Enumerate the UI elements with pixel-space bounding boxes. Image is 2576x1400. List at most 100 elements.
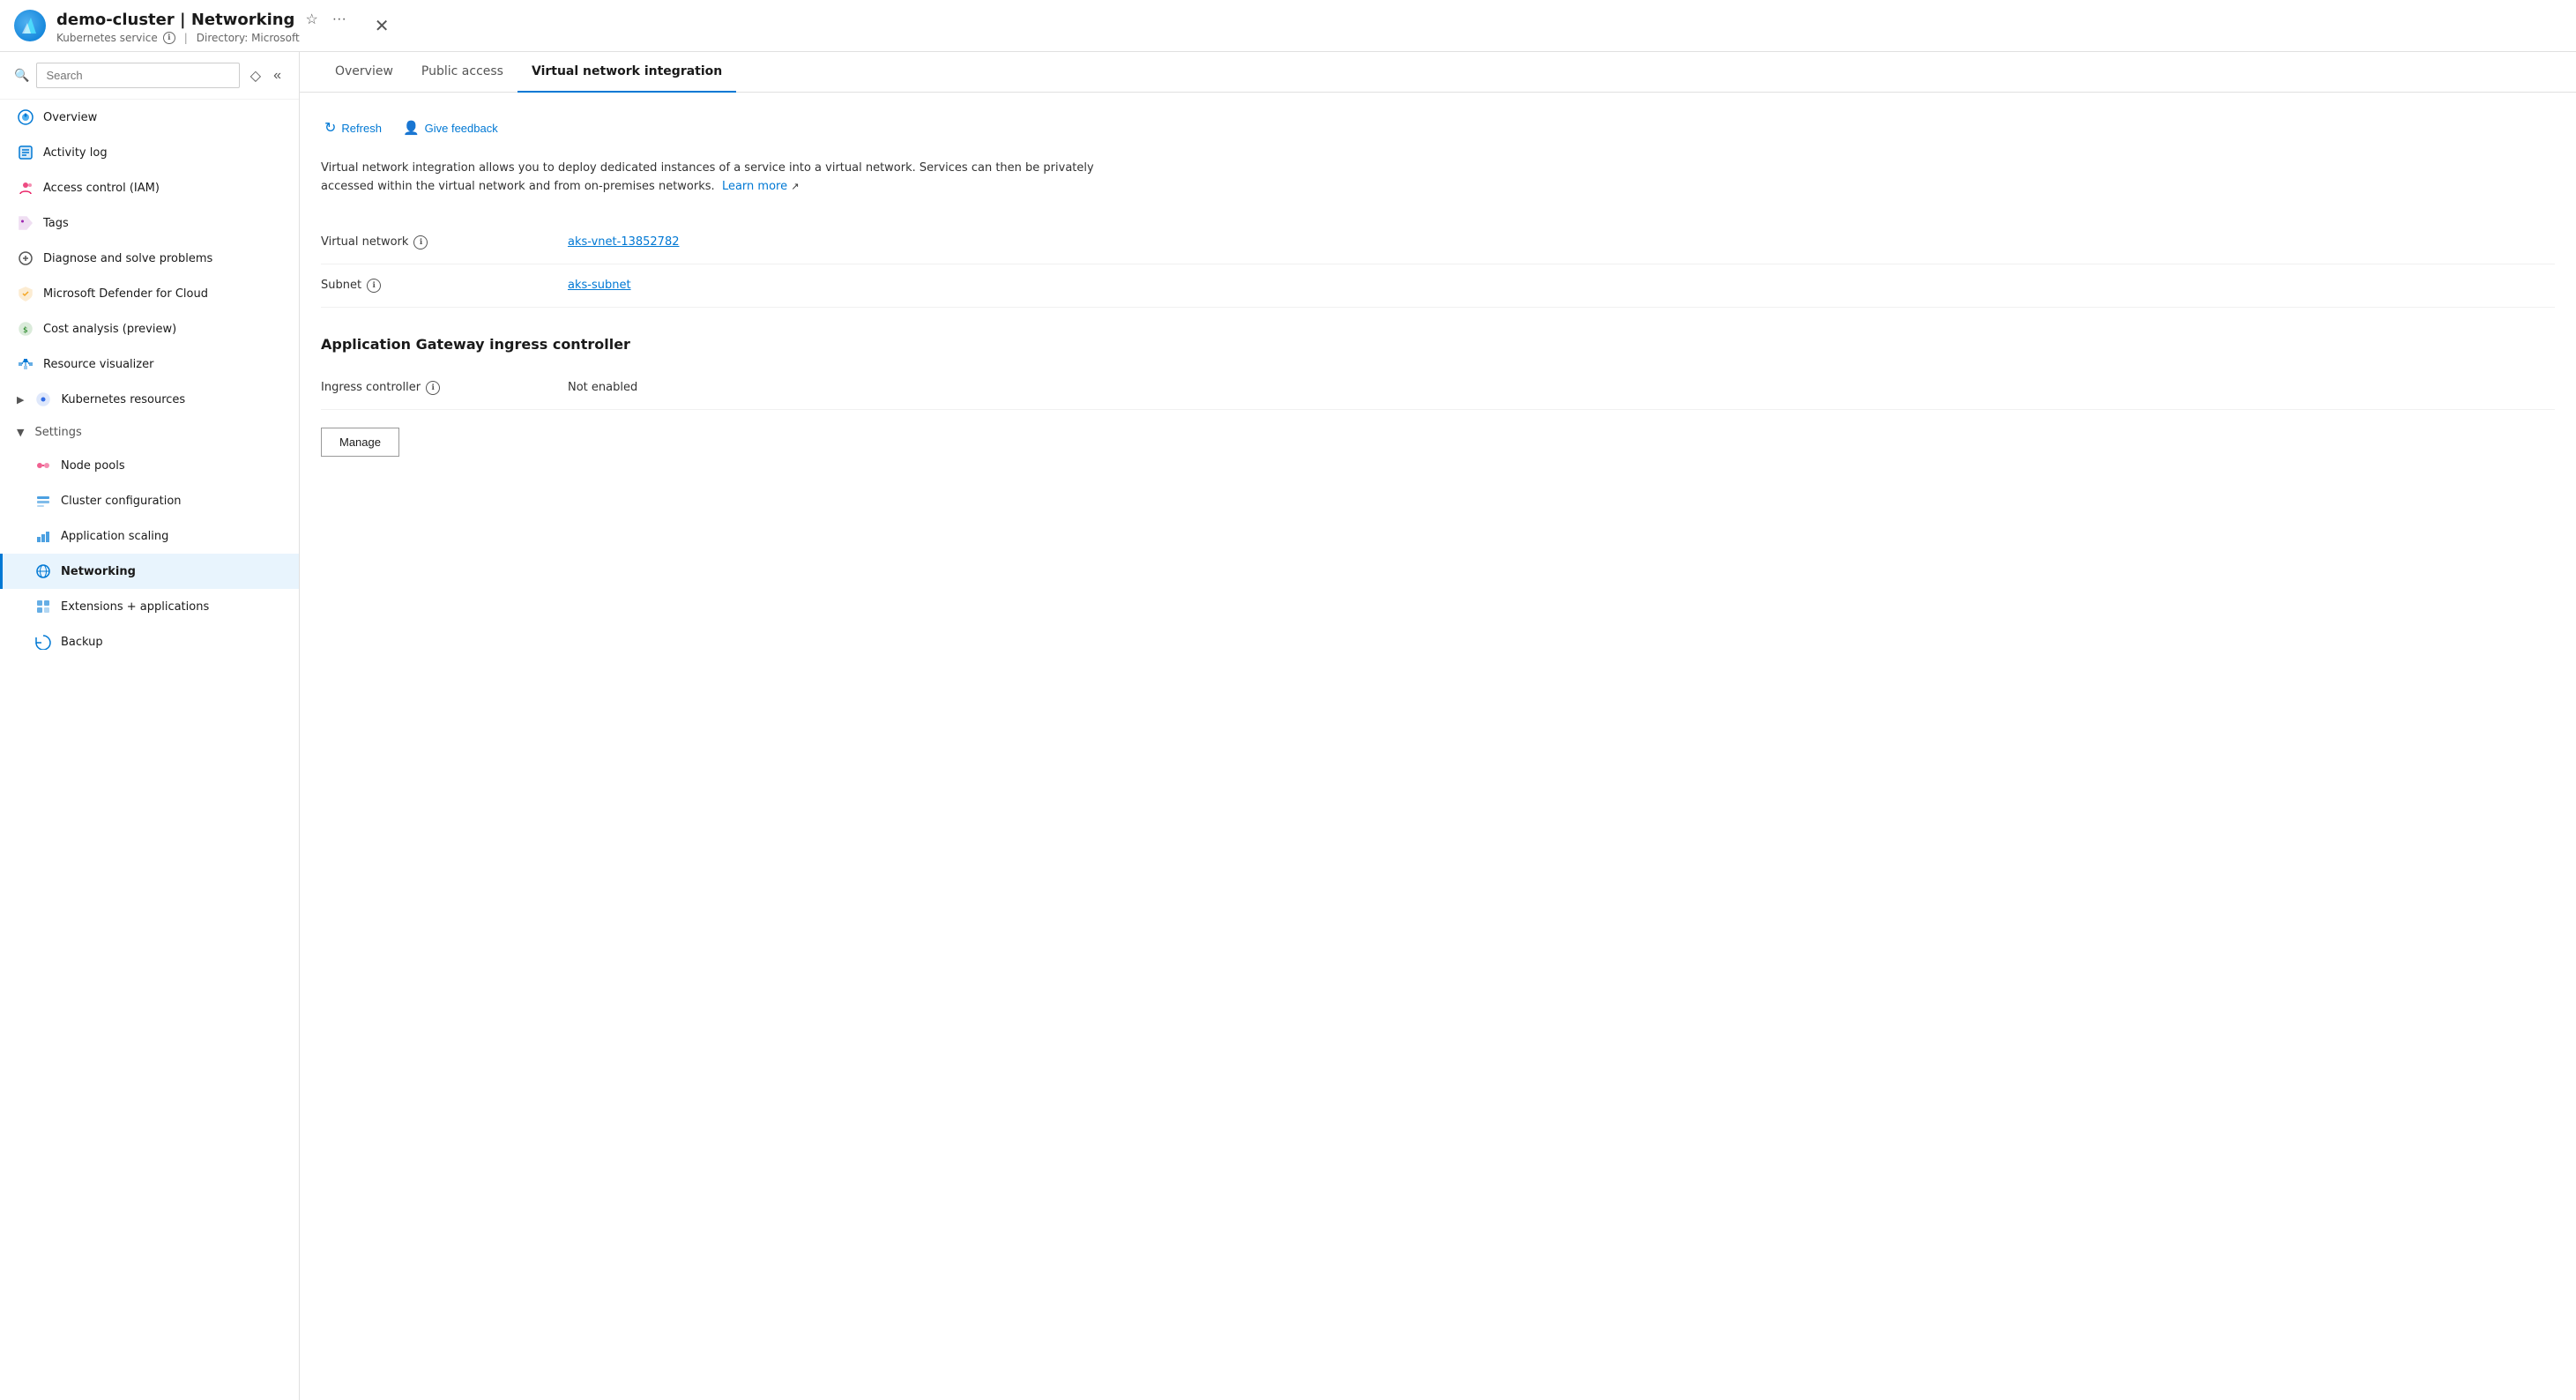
refresh-label: Refresh [341, 122, 382, 135]
sidebar-item-backup[interactable]: Backup [0, 624, 299, 659]
sidebar-item-diagnose[interactable]: Diagnose and solve problems [0, 241, 299, 276]
tab-public-access[interactable]: Public access [407, 52, 517, 93]
search-area: 🔍 ◇ « [0, 52, 299, 100]
networking-icon [34, 562, 52, 580]
ingress-controller-info-icon[interactable]: ℹ [426, 381, 440, 395]
sidebar-item-label: Activity log [43, 146, 108, 160]
diagnose-icon [17, 249, 34, 267]
sidebar-item-tags[interactable]: Tags [0, 205, 299, 241]
manage-button[interactable]: Manage [321, 428, 399, 457]
sidebar-item-settings[interactable]: ▼ Settings [0, 417, 299, 448]
cost-icon: $ [17, 320, 34, 338]
tab-vnet-integration[interactable]: Virtual network integration [517, 52, 736, 93]
refresh-icon: ↻ [324, 119, 336, 137]
more-options-button[interactable]: ··· [329, 8, 350, 31]
collapse-icon[interactable]: « [270, 63, 285, 88]
expand-icon: ▶ [17, 394, 24, 406]
description-text: Virtual network integration allows you t… [321, 160, 1114, 197]
defender-icon [17, 285, 34, 302]
sidebar-item-label: Tags [43, 217, 69, 230]
sidebar-item-cluster-config[interactable]: Cluster configuration [0, 483, 299, 518]
backup-icon [34, 633, 52, 651]
feedback-icon: 👤 [403, 120, 420, 136]
ingress-controller-row: Ingress controller ℹ Not enabled [321, 367, 2555, 410]
overview-icon [17, 108, 34, 126]
subnet-value[interactable]: aks-subnet [568, 279, 631, 292]
subnet-label: Subnet ℹ [321, 279, 568, 293]
sidebar-item-networking[interactable]: Networking [0, 554, 299, 589]
sidebar-item-label: Backup [61, 636, 103, 649]
search-icon: 🔍 [14, 69, 29, 83]
sidebar-item-activity-log[interactable]: Activity log [0, 135, 299, 170]
close-button[interactable]: ✕ [375, 15, 390, 37]
give-feedback-label: Give feedback [425, 122, 498, 135]
external-link-icon: ↗ [791, 181, 799, 192]
gateway-section-heading: Application Gateway ingress controller [321, 336, 2555, 353]
sidebar-item-label: Microsoft Defender for Cloud [43, 287, 208, 301]
top-bar: demo-cluster | Networking ☆ ··· Kubernet… [0, 0, 2576, 52]
collapse-section-icon: ▼ [17, 427, 24, 438]
directory-label: Directory: Microsoft [197, 32, 300, 44]
sidebar-item-label: Networking [61, 565, 136, 578]
sidebar-item-label: Access control (IAM) [43, 182, 160, 195]
sidebar-item-extensions[interactable]: Extensions + applications [0, 589, 299, 624]
info-icon[interactable]: ℹ [163, 32, 175, 44]
virtual-network-info-icon[interactable]: ℹ [413, 235, 428, 249]
extensions-icon [34, 598, 52, 615]
filter-icon[interactable]: ◇ [247, 63, 264, 88]
main-layout: 🔍 ◇ « Overview Activity log [0, 52, 2576, 1400]
tags-icon [17, 214, 34, 232]
subnet-row: Subnet ℹ aks-subnet [321, 264, 2555, 308]
title-group: demo-cluster | Networking ☆ ··· Kubernet… [56, 7, 350, 44]
sidebar-item-cost[interactable]: $ Cost analysis (preview) [0, 311, 299, 346]
ingress-controller-value: Not enabled [568, 381, 637, 394]
actions-bar: ↻ Refresh 👤 Give feedback [321, 114, 2555, 142]
resource-icon [17, 355, 34, 373]
sidebar-item-label: Settings [34, 426, 81, 439]
iam-icon [17, 179, 34, 197]
virtual-network-row: Virtual network ℹ aks-vnet-13852782 [321, 221, 2555, 264]
sidebar-item-label: Diagnose and solve problems [43, 252, 212, 265]
sidebar-item-label: Application scaling [61, 530, 168, 543]
ingress-controller-label: Ingress controller ℹ [321, 381, 568, 395]
virtual-network-label: Virtual network ℹ [321, 235, 568, 249]
tab-overview[interactable]: Overview [321, 52, 407, 93]
sidebar-item-resource[interactable]: Resource visualizer [0, 346, 299, 382]
search-input[interactable] [36, 63, 239, 88]
activity-log-icon [17, 144, 34, 161]
tabs-bar: Overview Public access Virtual network i… [300, 52, 2576, 93]
page-title: demo-cluster | Networking ☆ ··· [56, 7, 350, 32]
sidebar-item-label: Extensions + applications [61, 600, 209, 614]
sidebar-item-label: Cost analysis (preview) [43, 323, 176, 336]
refresh-button[interactable]: ↻ Refresh [321, 114, 385, 142]
content-area: Overview Public access Virtual network i… [300, 52, 2576, 1400]
content-body: ↻ Refresh 👤 Give feedback Virtual networ… [300, 93, 2576, 1400]
sidebar-item-iam[interactable]: Access control (IAM) [0, 170, 299, 205]
service-type: Kubernetes service [56, 32, 158, 44]
sidebar-item-label: Kubernetes resources [61, 393, 185, 406]
subtitle: Kubernetes service ℹ | Directory: Micros… [56, 32, 350, 44]
cluster-config-icon [34, 492, 52, 510]
sidebar-item-kubernetes[interactable]: ▶ Kubernetes resources [0, 382, 299, 417]
sidebar-item-node-pools[interactable]: Node pools [0, 448, 299, 483]
sidebar-item-overview[interactable]: Overview [0, 100, 299, 135]
learn-more-link[interactable]: Learn more [722, 180, 787, 193]
sidebar: 🔍 ◇ « Overview Activity log [0, 52, 300, 1400]
kubernetes-icon [34, 391, 52, 408]
virtual-network-value[interactable]: aks-vnet-13852782 [568, 235, 680, 249]
title-text: demo-cluster | Networking [56, 11, 294, 29]
sidebar-item-defender[interactable]: Microsoft Defender for Cloud [0, 276, 299, 311]
app-scaling-icon [34, 527, 52, 545]
search-actions: ◇ « [247, 63, 285, 88]
sidebar-item-label: Node pools [61, 459, 125, 473]
favorite-button[interactable]: ☆ [302, 7, 321, 32]
sidebar-item-label: Cluster configuration [61, 495, 182, 508]
node-pools-icon [34, 457, 52, 474]
svg-text:$: $ [23, 326, 28, 335]
sidebar-item-label: Overview [43, 111, 97, 124]
subnet-info-icon[interactable]: ℹ [367, 279, 381, 293]
give-feedback-button[interactable]: 👤 Give feedback [399, 114, 502, 142]
sidebar-item-app-scaling[interactable]: Application scaling [0, 518, 299, 554]
sidebar-item-label: Resource visualizer [43, 358, 153, 371]
sidebar-nav: Overview Activity log Access control (IA… [0, 100, 299, 659]
